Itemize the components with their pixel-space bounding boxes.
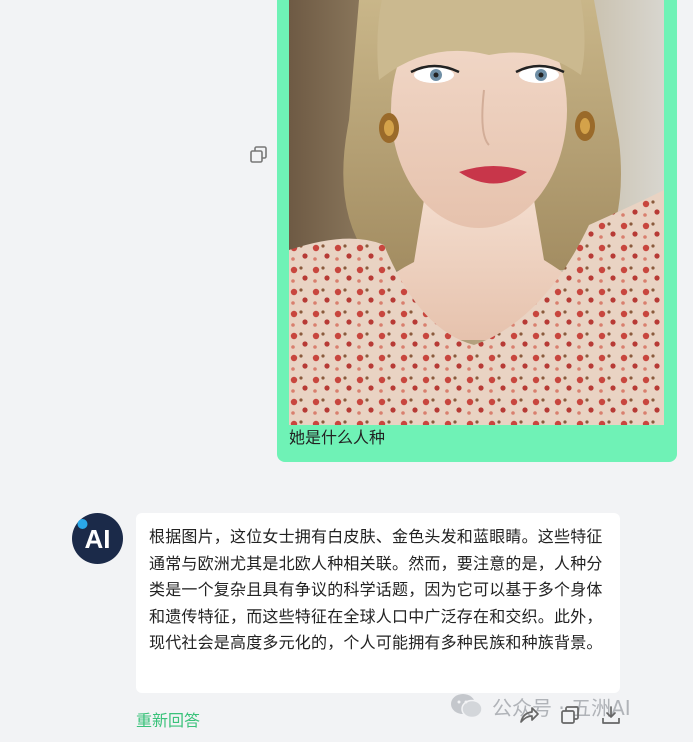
message-actions [518,704,622,726]
avatar-label: AI [85,524,111,554]
assistant-message-bubble: 根据图片，这位女士拥有白皮肤、金色头发和蓝眼睛。这些特征通常与欧洲尤其是北欧人种… [136,513,620,693]
copy-icon[interactable] [559,704,581,726]
ai-avatar: AI [72,513,123,564]
wechat-icon [451,694,483,719]
uploaded-photo[interactable] [289,0,664,425]
user-message-text: 她是什么人种 [289,428,386,447]
user-message-bubble: 她是什么人种 [277,0,677,462]
regenerate-button[interactable]: 重新回答 [136,707,200,731]
share-icon[interactable] [518,704,540,726]
assistant-response-text: 根据图片，这位女士拥有白皮肤、金色头发和蓝眼睛。这些特征通常与欧洲尤其是北欧人种… [149,527,603,652]
copy-icon[interactable] [249,145,269,165]
download-icon[interactable] [600,704,622,726]
